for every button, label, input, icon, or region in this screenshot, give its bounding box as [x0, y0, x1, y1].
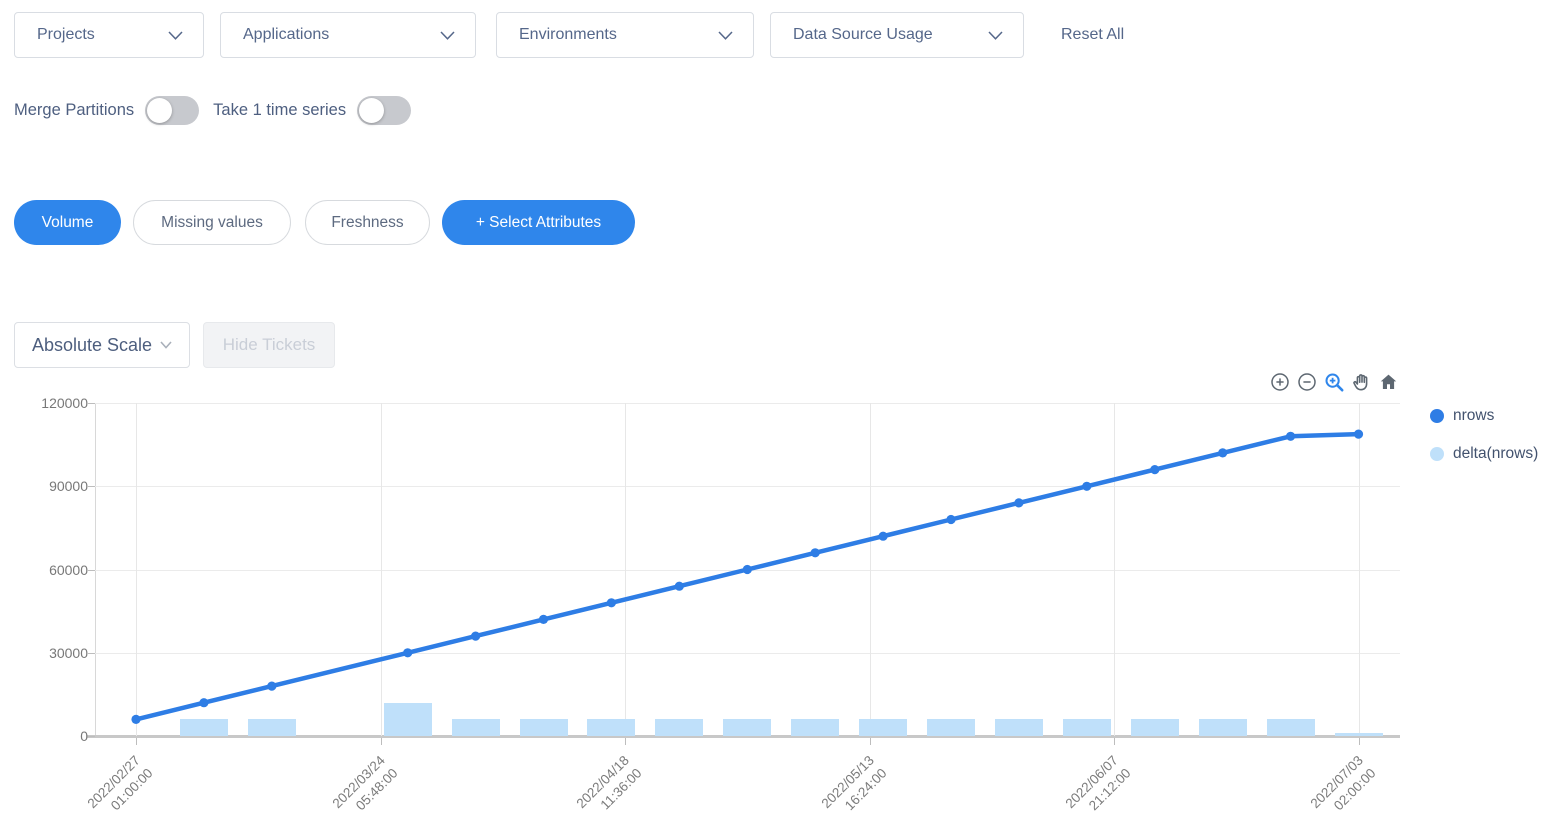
- nrows-line: [136, 434, 1359, 719]
- y-tick-label: 0: [8, 728, 88, 744]
- y-tick-label: 30000: [8, 645, 88, 661]
- dropdown-environments[interactable]: Environments: [496, 12, 754, 58]
- take-1-time-series-toggle[interactable]: [357, 96, 411, 125]
- data-point[interactable]: [946, 515, 955, 524]
- chevron-down-icon: [440, 31, 455, 40]
- chart-plot-area[interactable]: [95, 403, 1400, 736]
- dropdown-data-source-usage-label: Data Source Usage: [793, 26, 933, 44]
- chart-toolbar: [1269, 370, 1399, 394]
- data-point[interactable]: [879, 532, 888, 541]
- x-tick-mark: [625, 738, 626, 745]
- take-1-time-series-label: Take 1 time series: [213, 101, 346, 120]
- dropdown-applications-label: Applications: [243, 26, 329, 44]
- data-point[interactable]: [811, 548, 820, 557]
- scale-selector[interactable]: Absolute Scale: [14, 322, 190, 368]
- x-tick-label-text: 2022/06/0721:12:00: [1062, 752, 1135, 825]
- data-point[interactable]: [539, 615, 548, 624]
- scale-selector-value: Absolute Scale: [32, 335, 152, 356]
- chevron-down-icon: [168, 31, 183, 40]
- zoom-box-select-icon[interactable]: [1323, 370, 1345, 394]
- chevron-down-icon: [718, 31, 733, 40]
- data-point[interactable]: [743, 565, 752, 574]
- x-tick-mark: [381, 738, 382, 745]
- y-tick-mark: [88, 403, 95, 404]
- filter-bar: Projects Applications Environments Data …: [14, 12, 1124, 58]
- dropdown-applications[interactable]: Applications: [220, 12, 476, 58]
- y-tick-mark: [88, 653, 95, 654]
- y-tick-label: 90000: [8, 478, 88, 494]
- data-point[interactable]: [1286, 432, 1295, 441]
- data-point[interactable]: [1150, 465, 1159, 474]
- zoom-in-icon[interactable]: [1269, 370, 1291, 394]
- pan-hand-icon[interactable]: [1350, 370, 1372, 394]
- data-point[interactable]: [1218, 448, 1227, 457]
- dashboard: Projects Applications Environments Data …: [0, 0, 1558, 831]
- reset-home-icon[interactable]: [1377, 370, 1399, 394]
- data-point[interactable]: [267, 682, 276, 691]
- data-point[interactable]: [607, 598, 616, 607]
- tab-volume[interactable]: Volume: [14, 200, 121, 245]
- legend-dot-nrows: [1430, 409, 1444, 423]
- dropdown-projects[interactable]: Projects: [14, 12, 204, 58]
- select-attributes-button[interactable]: + Select Attributes: [442, 200, 635, 245]
- x-tick-mark: [870, 738, 871, 745]
- metric-tabs: Volume Missing values Freshness + Select…: [14, 200, 635, 245]
- legend-item-delta-nrows[interactable]: delta(nrows): [1430, 445, 1538, 463]
- chevron-down-icon: [988, 31, 1003, 40]
- x-tick-label-text: 2022/07/0302:00:00: [1307, 752, 1380, 825]
- data-point[interactable]: [131, 715, 140, 724]
- toggle-knob: [147, 98, 172, 123]
- legend-item-nrows[interactable]: nrows: [1430, 407, 1538, 425]
- y-tick-mark: [88, 570, 95, 571]
- data-point[interactable]: [1082, 482, 1091, 491]
- y-tick-mark: [88, 486, 95, 487]
- chevron-down-icon: [160, 341, 172, 349]
- legend-label: delta(nrows): [1453, 445, 1538, 463]
- toggle-knob: [359, 98, 384, 123]
- x-tick-mark: [1114, 738, 1115, 745]
- data-point[interactable]: [1354, 430, 1363, 439]
- merge-partitions-toggle[interactable]: [145, 96, 199, 125]
- nrows-line-series[interactable]: [95, 403, 1400, 736]
- data-point[interactable]: [403, 648, 412, 657]
- data-point[interactable]: [1014, 498, 1023, 507]
- tab-missing-values[interactable]: Missing values: [133, 200, 291, 245]
- hide-tickets-button[interactable]: Hide Tickets: [203, 322, 335, 368]
- reset-all-button[interactable]: Reset All: [1061, 26, 1124, 44]
- data-point[interactable]: [675, 582, 684, 591]
- chart-legend: nrows delta(nrows): [1430, 407, 1538, 483]
- x-tick-mark: [1359, 738, 1360, 745]
- chart-controls: Absolute Scale Hide Tickets: [14, 322, 335, 368]
- y-tick-label: 120000: [8, 395, 88, 411]
- y-tick-mark: [88, 736, 95, 737]
- y-tick-label: 60000: [8, 562, 88, 578]
- x-tick-label-text: 2022/03/2405:48:00: [329, 752, 402, 825]
- x-tick-label-text: 2022/05/1316:24:00: [818, 752, 891, 825]
- dropdown-environments-label: Environments: [519, 26, 617, 44]
- x-tick-mark: [136, 738, 137, 745]
- toggle-bar: Merge Partitions Take 1 time series: [14, 95, 420, 125]
- dropdown-projects-label: Projects: [37, 26, 95, 44]
- legend-dot-delta-nrows: [1430, 447, 1444, 461]
- x-tick-label-text: 2022/04/1811:36:00: [573, 752, 646, 825]
- data-point[interactable]: [199, 698, 208, 707]
- tab-freshness[interactable]: Freshness: [305, 200, 430, 245]
- x-tick-label-text: 2022/02/2701:00:00: [84, 752, 157, 825]
- data-point[interactable]: [471, 632, 480, 641]
- zoom-out-icon[interactable]: [1296, 370, 1318, 394]
- legend-label: nrows: [1453, 407, 1494, 425]
- merge-partitions-label: Merge Partitions: [14, 101, 134, 120]
- dropdown-data-source-usage[interactable]: Data Source Usage: [770, 12, 1024, 58]
